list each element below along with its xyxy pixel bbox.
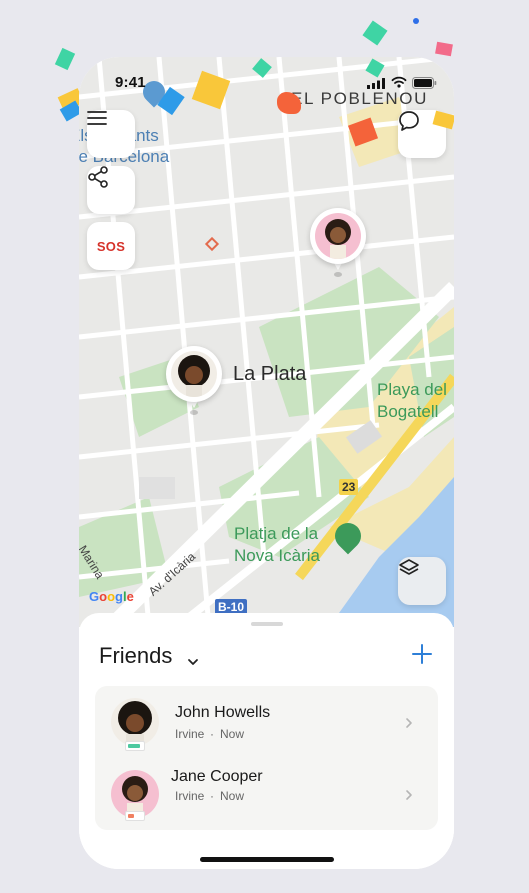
road-shield-23: 23 (339, 479, 359, 495)
confetti-piece (362, 20, 388, 46)
list-item-john[interactable]: John Howells Irvine · Now (95, 686, 438, 758)
google-logo: Google (89, 589, 134, 604)
menu-button[interactable] (87, 110, 135, 158)
map-label-beach-1b: Bogatell (377, 402, 439, 421)
friend-pin-john[interactable] (166, 346, 222, 418)
battery-badge (125, 811, 145, 821)
avatar (315, 213, 361, 259)
friend-location: Irvine (175, 727, 205, 741)
share-button[interactable] (87, 166, 135, 214)
map-label-la-plata: La Plata (233, 363, 307, 385)
sheet-grabber[interactable] (251, 622, 283, 626)
friend-name: John Howells (175, 704, 271, 721)
friend-updated: Now (220, 727, 245, 741)
home-indicator[interactable] (200, 857, 334, 862)
map-label-beach-1a: Playa del (377, 380, 447, 399)
map-label-beach-2a: Platja de la (234, 524, 319, 543)
friend-name: Jane Cooper (171, 768, 263, 785)
friends-sheet: Friends John Howells Irvine · Now Jane C… (79, 613, 454, 869)
chevron-down-icon[interactable] (187, 653, 199, 671)
battery-badge (125, 741, 145, 751)
chevron-right-icon (405, 788, 413, 806)
confetti-piece (54, 47, 76, 71)
plus-icon (412, 644, 432, 664)
friends-list: John Howells Irvine · Now Jane Cooper Ir… (95, 686, 438, 830)
status-time: 9:41 (115, 74, 146, 91)
confetti-piece (413, 18, 419, 24)
map-label-beach-2b: Nova Icària (234, 546, 320, 565)
avatar (111, 698, 159, 746)
chevron-right-icon (405, 716, 413, 734)
friend-updated: Now (220, 789, 245, 803)
friend-location: Irvine (175, 789, 205, 803)
sos-button[interactable]: SOS (87, 222, 135, 270)
friend-pin-jane[interactable] (310, 208, 366, 280)
separator-dot: · (210, 727, 214, 741)
layers-button[interactable] (398, 557, 446, 605)
battery-level (128, 744, 140, 748)
phone-screen: Els Encants de Barcelona EL POBLENOU La … (79, 57, 454, 869)
add-friend-button[interactable] (409, 641, 435, 667)
sos-label: SOS (96, 238, 126, 254)
separator-dot: · (210, 789, 214, 803)
confetti-piece (435, 41, 453, 57)
map-view[interactable]: Els Encants de Barcelona EL POBLENOU La … (79, 57, 454, 627)
avatar (171, 351, 217, 397)
list-item-jane[interactable]: Jane Cooper Irvine · Now (95, 758, 438, 830)
sheet-title[interactable]: Friends (99, 643, 172, 669)
battery-level (128, 814, 134, 818)
